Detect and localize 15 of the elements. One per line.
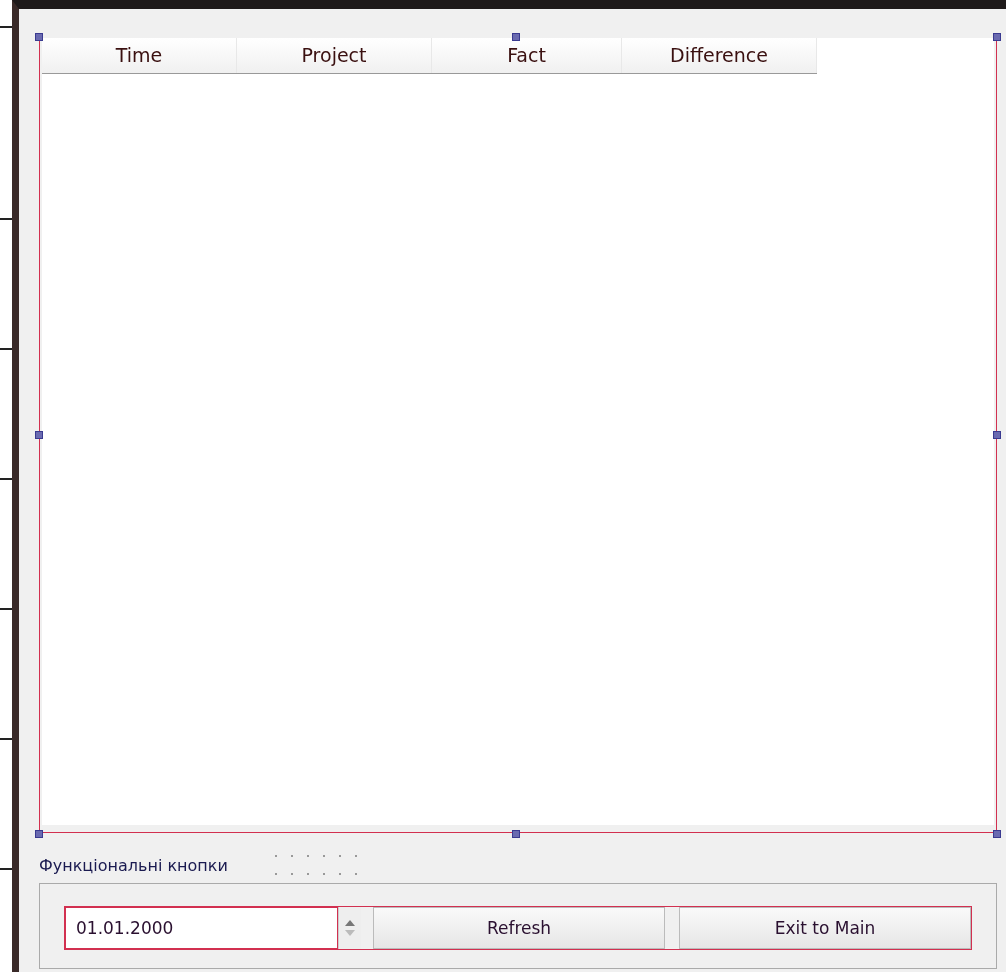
column-header[interactable]: Difference xyxy=(622,38,817,73)
column-header[interactable]: Project xyxy=(237,38,432,73)
resize-handle[interactable] xyxy=(512,830,520,838)
resize-handle[interactable] xyxy=(993,431,1001,439)
push-button[interactable]: Exit to Main xyxy=(679,907,971,949)
group-box-title: Функціональні кнопки xyxy=(39,855,228,875)
date-field[interactable]: 01.01.2000 xyxy=(65,907,338,949)
resize-handle[interactable] xyxy=(35,431,43,439)
resize-handle[interactable] xyxy=(993,830,1001,838)
resize-handle[interactable] xyxy=(35,830,43,838)
resize-handle[interactable] xyxy=(993,33,1001,41)
spin-arrows-icon[interactable] xyxy=(338,907,361,949)
push-button[interactable]: Refresh xyxy=(373,907,665,949)
resize-handle[interactable] xyxy=(512,33,520,41)
resize-handle[interactable] xyxy=(35,33,43,41)
